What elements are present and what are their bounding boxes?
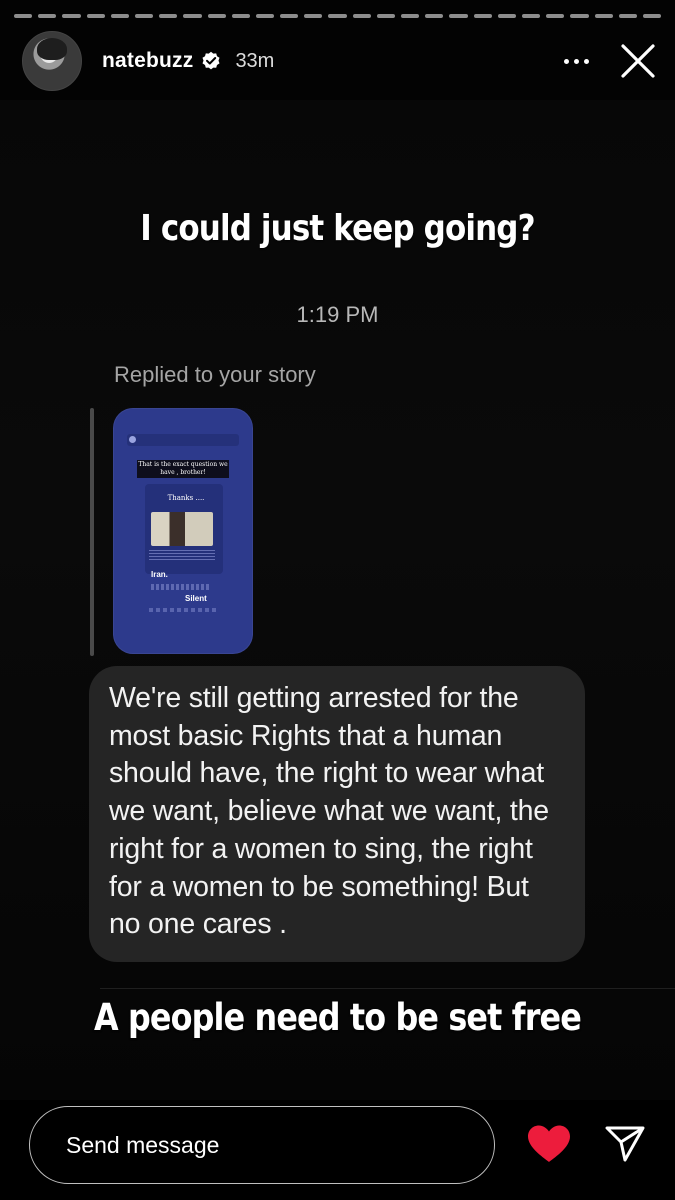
thumbnail-word-silent: Silent <box>185 594 207 603</box>
replied-to-story-label: Replied to your story <box>114 362 316 387</box>
heart-icon[interactable] <box>526 1124 572 1164</box>
avatar[interactable] <box>22 31 82 91</box>
thumbnail-thanks: Thanks .... <box>167 494 205 502</box>
story-header: natebuzz 33m <box>22 30 657 92</box>
reply-indicator-bar <box>90 408 94 656</box>
divider <box>100 988 675 989</box>
story-overlay-text-top: I could just keep going? <box>140 208 535 249</box>
thumbnail-subtext <box>151 584 211 590</box>
thumbnail-header <box>127 434 239 446</box>
more-options-icon[interactable] <box>564 58 589 64</box>
reply-composer: Send message <box>0 1100 675 1200</box>
verified-badge-icon <box>202 51 220 70</box>
thumbnail-word-iran: Iran. <box>151 570 168 579</box>
post-time: 33m <box>235 49 275 72</box>
thumbnail-quote: That is the exact question we have , bro… <box>137 460 229 478</box>
send-message-input[interactable]: Send message <box>29 1106 495 1184</box>
message-bubble: We're still getting arrested for the mos… <box>89 666 585 962</box>
story-overlay-text-bottom: A people need to be set free <box>94 996 582 1039</box>
thumbnail-photo <box>151 512 213 546</box>
thumbnail-footer <box>149 608 219 612</box>
username[interactable]: natebuzz <box>102 49 193 73</box>
close-icon[interactable] <box>619 42 657 80</box>
thumbnail-avatar <box>129 436 136 443</box>
thumbnail-text-lines <box>149 550 215 562</box>
story-content: I could just keep going? 1:19 PM Replied… <box>0 100 675 1100</box>
dm-timestamp: 1:19 PM <box>296 302 379 327</box>
replied-story-thumbnail[interactable]: That is the exact question we have , bro… <box>113 408 253 654</box>
story-progress-bar <box>14 14 662 18</box>
send-icon[interactable] <box>604 1124 646 1164</box>
story-viewer: I could just keep going? 1:19 PM Replied… <box>0 0 675 1200</box>
